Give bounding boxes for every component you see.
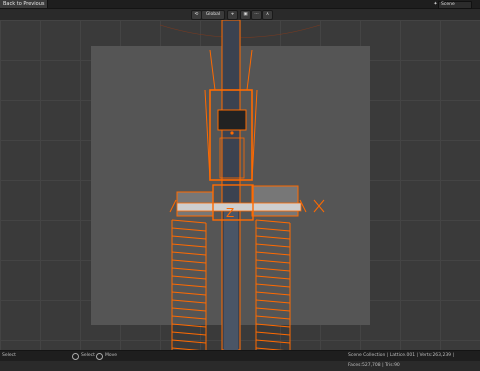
pivot-point-icon[interactable]: ⌖ bbox=[227, 10, 238, 20]
viewport-header: ⟲ Global ⌖ ▣ ⋯ ∧ bbox=[0, 9, 480, 20]
proportional-editing-icon[interactable]: ∧ bbox=[262, 10, 273, 20]
scene-stats: Scene Collection | Lattice.001 | Verts:2… bbox=[348, 353, 454, 368]
snap-toggle-icon[interactable]: ▣ bbox=[240, 10, 251, 20]
model-wireframe: Z bbox=[159, 20, 325, 350]
mouse-middle-icon bbox=[96, 353, 103, 360]
back-to-previous-button[interactable]: Back to Previous bbox=[0, 0, 49, 8]
snap-options-icon[interactable]: ⋯ bbox=[251, 10, 262, 20]
mouse-left-icon bbox=[72, 353, 79, 360]
top-bar: Back to Previous ✦ Scene bbox=[0, 0, 480, 9]
status-bar: Select Select Move Scene Collection | La… bbox=[0, 350, 480, 368]
z-axis-label: Z bbox=[226, 206, 234, 220]
orientation-dropdown[interactable]: Global bbox=[201, 10, 225, 20]
scene-field[interactable]: Scene bbox=[438, 1, 472, 9]
3d-viewport[interactable]: Z bbox=[0, 20, 480, 350]
right-spring bbox=[255, 219, 291, 350]
left-spring bbox=[171, 219, 207, 350]
